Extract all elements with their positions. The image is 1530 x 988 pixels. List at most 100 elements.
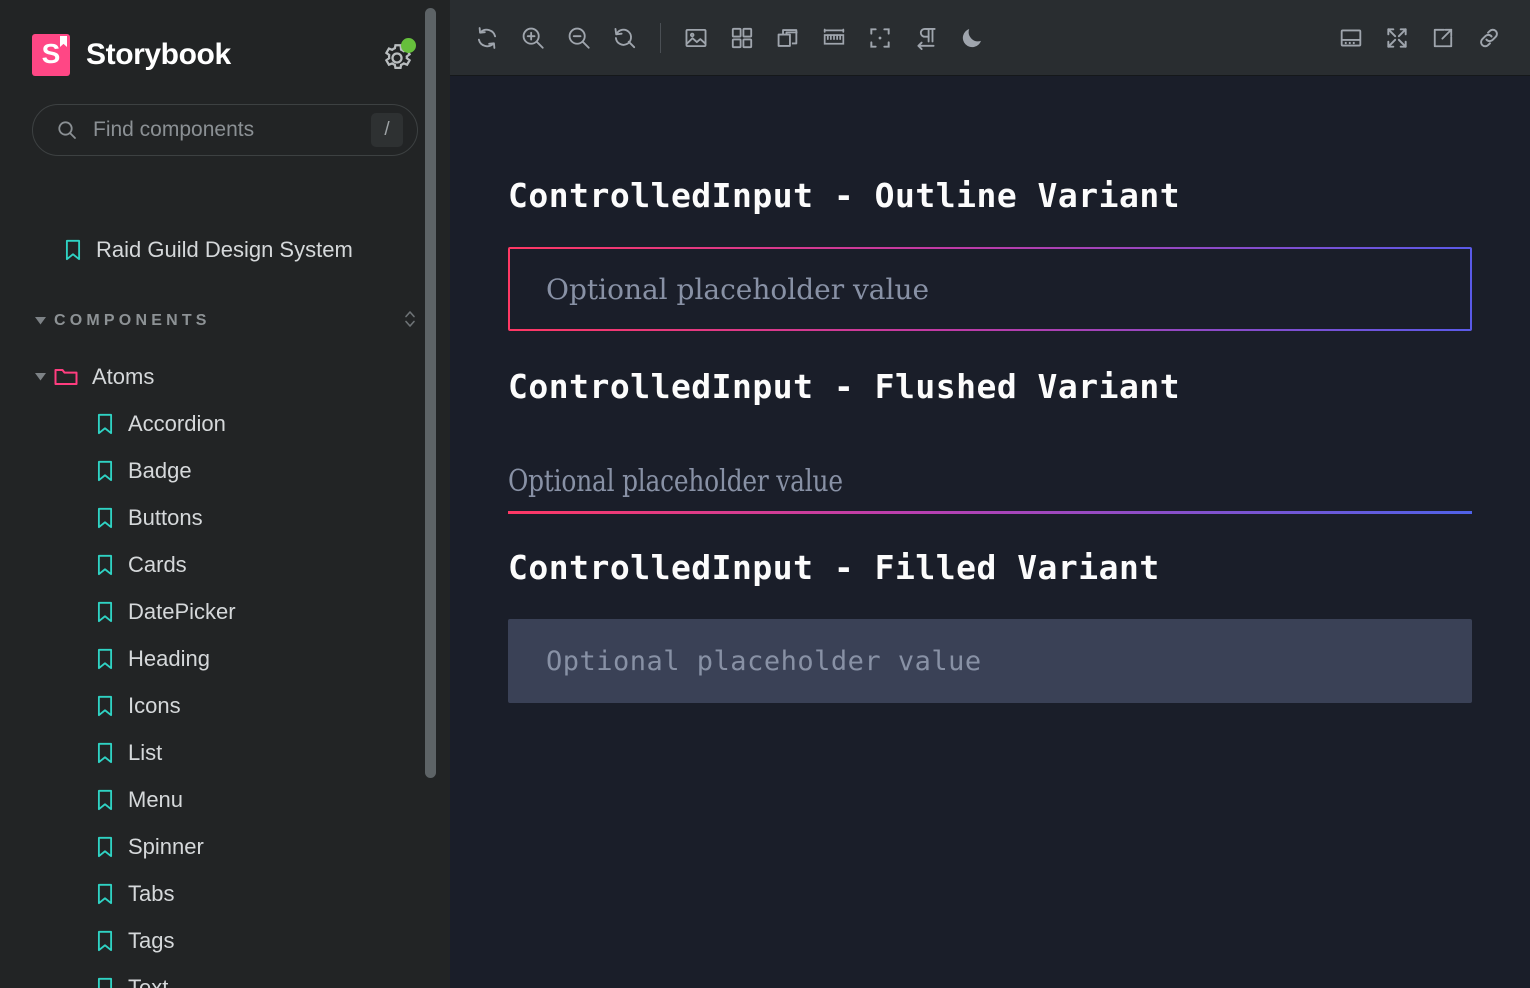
logo-flag (60, 36, 67, 47)
backgrounds-button[interactable] (673, 15, 719, 61)
outline-button[interactable] (765, 15, 811, 61)
tree-item-icons[interactable]: Icons (32, 682, 418, 729)
tree-item-label: Tabs (128, 880, 175, 906)
storybook-app: S Storybook Find components / Raid Guild… (0, 0, 1530, 988)
tree-item-label: Buttons (128, 504, 203, 530)
tree-item-buttons[interactable]: Buttons (32, 494, 418, 541)
tree-item-raid-guild-design-system[interactable]: Raid Guild Design System (32, 226, 418, 273)
main-panel: ControlledInput - Outline Variant Option… (450, 0, 1530, 988)
tree-item-accordion[interactable]: Accordion (32, 400, 418, 447)
story-preview: ControlledInput - Outline Variant Option… (450, 76, 1530, 988)
tree-item-label: Spinner (128, 833, 204, 859)
tree-item-menu[interactable]: Menu (32, 776, 418, 823)
theme-button[interactable] (949, 15, 995, 61)
brand[interactable]: S Storybook (32, 34, 231, 76)
expand-arrows-icon (1387, 27, 1407, 48)
toolbar-right-group (1328, 15, 1512, 61)
tree-item-label: Badge (128, 457, 192, 483)
measure-button[interactable] (811, 15, 857, 61)
tree-item-label: Tags (128, 927, 175, 953)
tree-item-list[interactable]: List (32, 729, 418, 776)
bookmark-icon (96, 507, 114, 529)
folder-icon (54, 367, 78, 387)
component-tree: Raid Guild Design System COMPONENTS Atom… (32, 186, 418, 988)
bookmark-icon (96, 742, 114, 764)
tree-item-text[interactable]: Text (32, 964, 418, 988)
refresh-icon (477, 26, 497, 49)
sidebar-scrollbar[interactable] (425, 8, 436, 778)
tree-item-cards[interactable]: Cards (32, 541, 418, 588)
brand-name: Storybook (86, 38, 231, 71)
toolbar-left-group (464, 15, 995, 61)
selection-box-icon (870, 27, 890, 48)
tree-item-spinner[interactable]: Spinner (32, 823, 418, 870)
tree-item-label: Icons (128, 692, 181, 718)
fullscreen-button[interactable] (1374, 15, 1420, 61)
bookmark-icon (96, 977, 114, 988)
controlled-input-outline[interactable]: Optional placeholder value (508, 247, 1472, 331)
addons-panel-button[interactable] (1328, 15, 1374, 61)
remount-button[interactable] (464, 15, 510, 61)
zoom-reset-button[interactable] (602, 15, 648, 61)
tree-item-tabs[interactable]: Tabs (32, 870, 418, 917)
preview-toolbar (450, 0, 1530, 76)
bookmark-icon (96, 789, 114, 811)
tree-item-label: Heading (128, 645, 210, 671)
search-input[interactable] (93, 118, 371, 142)
tree-item-label: List (128, 739, 163, 765)
ruler-icon (823, 28, 845, 45)
bookmark-icon (64, 239, 82, 261)
controlled-input-flushed[interactable]: Optional placeholder value (508, 438, 1472, 514)
bookmark-icon (96, 460, 114, 482)
search-icon (55, 118, 79, 142)
bottom-panel-icon (1340, 28, 1362, 47)
bookmark-icon (96, 554, 114, 576)
grid-button[interactable] (719, 15, 765, 61)
bookmark-icon (96, 648, 114, 670)
settings-button[interactable] (378, 35, 418, 75)
tree-item-label: Menu (128, 786, 184, 812)
tree-item-datepicker[interactable]: DatePicker (32, 588, 418, 635)
tree-group-label: COMPONENTS (54, 312, 211, 329)
tree-item-label: Text (128, 974, 169, 988)
toolbar-divider (660, 22, 661, 53)
direction-button[interactable] (903, 15, 949, 61)
search-shortcut-key: / (371, 113, 403, 147)
tree-item-label: DatePicker (128, 598, 236, 624)
tree-item-label: Raid Guild Design System (96, 236, 353, 262)
tree-folder-label: Atoms (92, 363, 155, 389)
input-placeholder: Optional placeholder value (508, 464, 843, 499)
zoom-out-button[interactable] (556, 15, 602, 61)
component-list: Accordion Badge Buttons Cards DatePicker Head… (32, 400, 418, 988)
search-box[interactable]: / (32, 104, 418, 156)
bookmark-icon (96, 413, 114, 435)
stacked-squares-icon (777, 28, 798, 47)
tree-item-label: Cards (128, 551, 187, 577)
tree-item-heading[interactable]: Heading (32, 635, 418, 682)
copy-link-button[interactable] (1466, 15, 1512, 61)
tree-folder-atoms[interactable]: Atoms (32, 353, 418, 400)
open-new-tab-button[interactable] (1420, 15, 1466, 61)
bookmark-icon (96, 836, 114, 858)
grid-icon (731, 27, 753, 48)
bookmark-icon (96, 695, 114, 717)
sidebar: S Storybook Find components / Raid Guild… (0, 0, 450, 988)
zoom-out-icon (568, 27, 590, 49)
settings-notification-dot (401, 38, 416, 53)
input-placeholder: Optional placeholder value (546, 272, 930, 306)
focus-button[interactable] (857, 15, 903, 61)
tree-item-tags[interactable]: Tags (32, 917, 418, 964)
zoom-in-icon (522, 27, 544, 49)
input-placeholder: Optional placeholder value (546, 645, 982, 677)
controlled-input-filled[interactable]: Optional placeholder value (508, 619, 1472, 703)
zoom-reset-icon (614, 27, 636, 48)
link-icon (1480, 28, 1498, 47)
sidebar-header: S Storybook (32, 0, 418, 104)
tree-group-components[interactable]: COMPONENTS (32, 299, 418, 343)
expand-collapse-icon[interactable] (402, 306, 418, 337)
image-icon (685, 28, 707, 47)
tree-item-badge[interactable]: Badge (32, 447, 418, 494)
zoom-in-button[interactable] (510, 15, 556, 61)
storybook-logo-icon: S (32, 34, 70, 76)
tree-item-label: Accordion (128, 410, 226, 436)
